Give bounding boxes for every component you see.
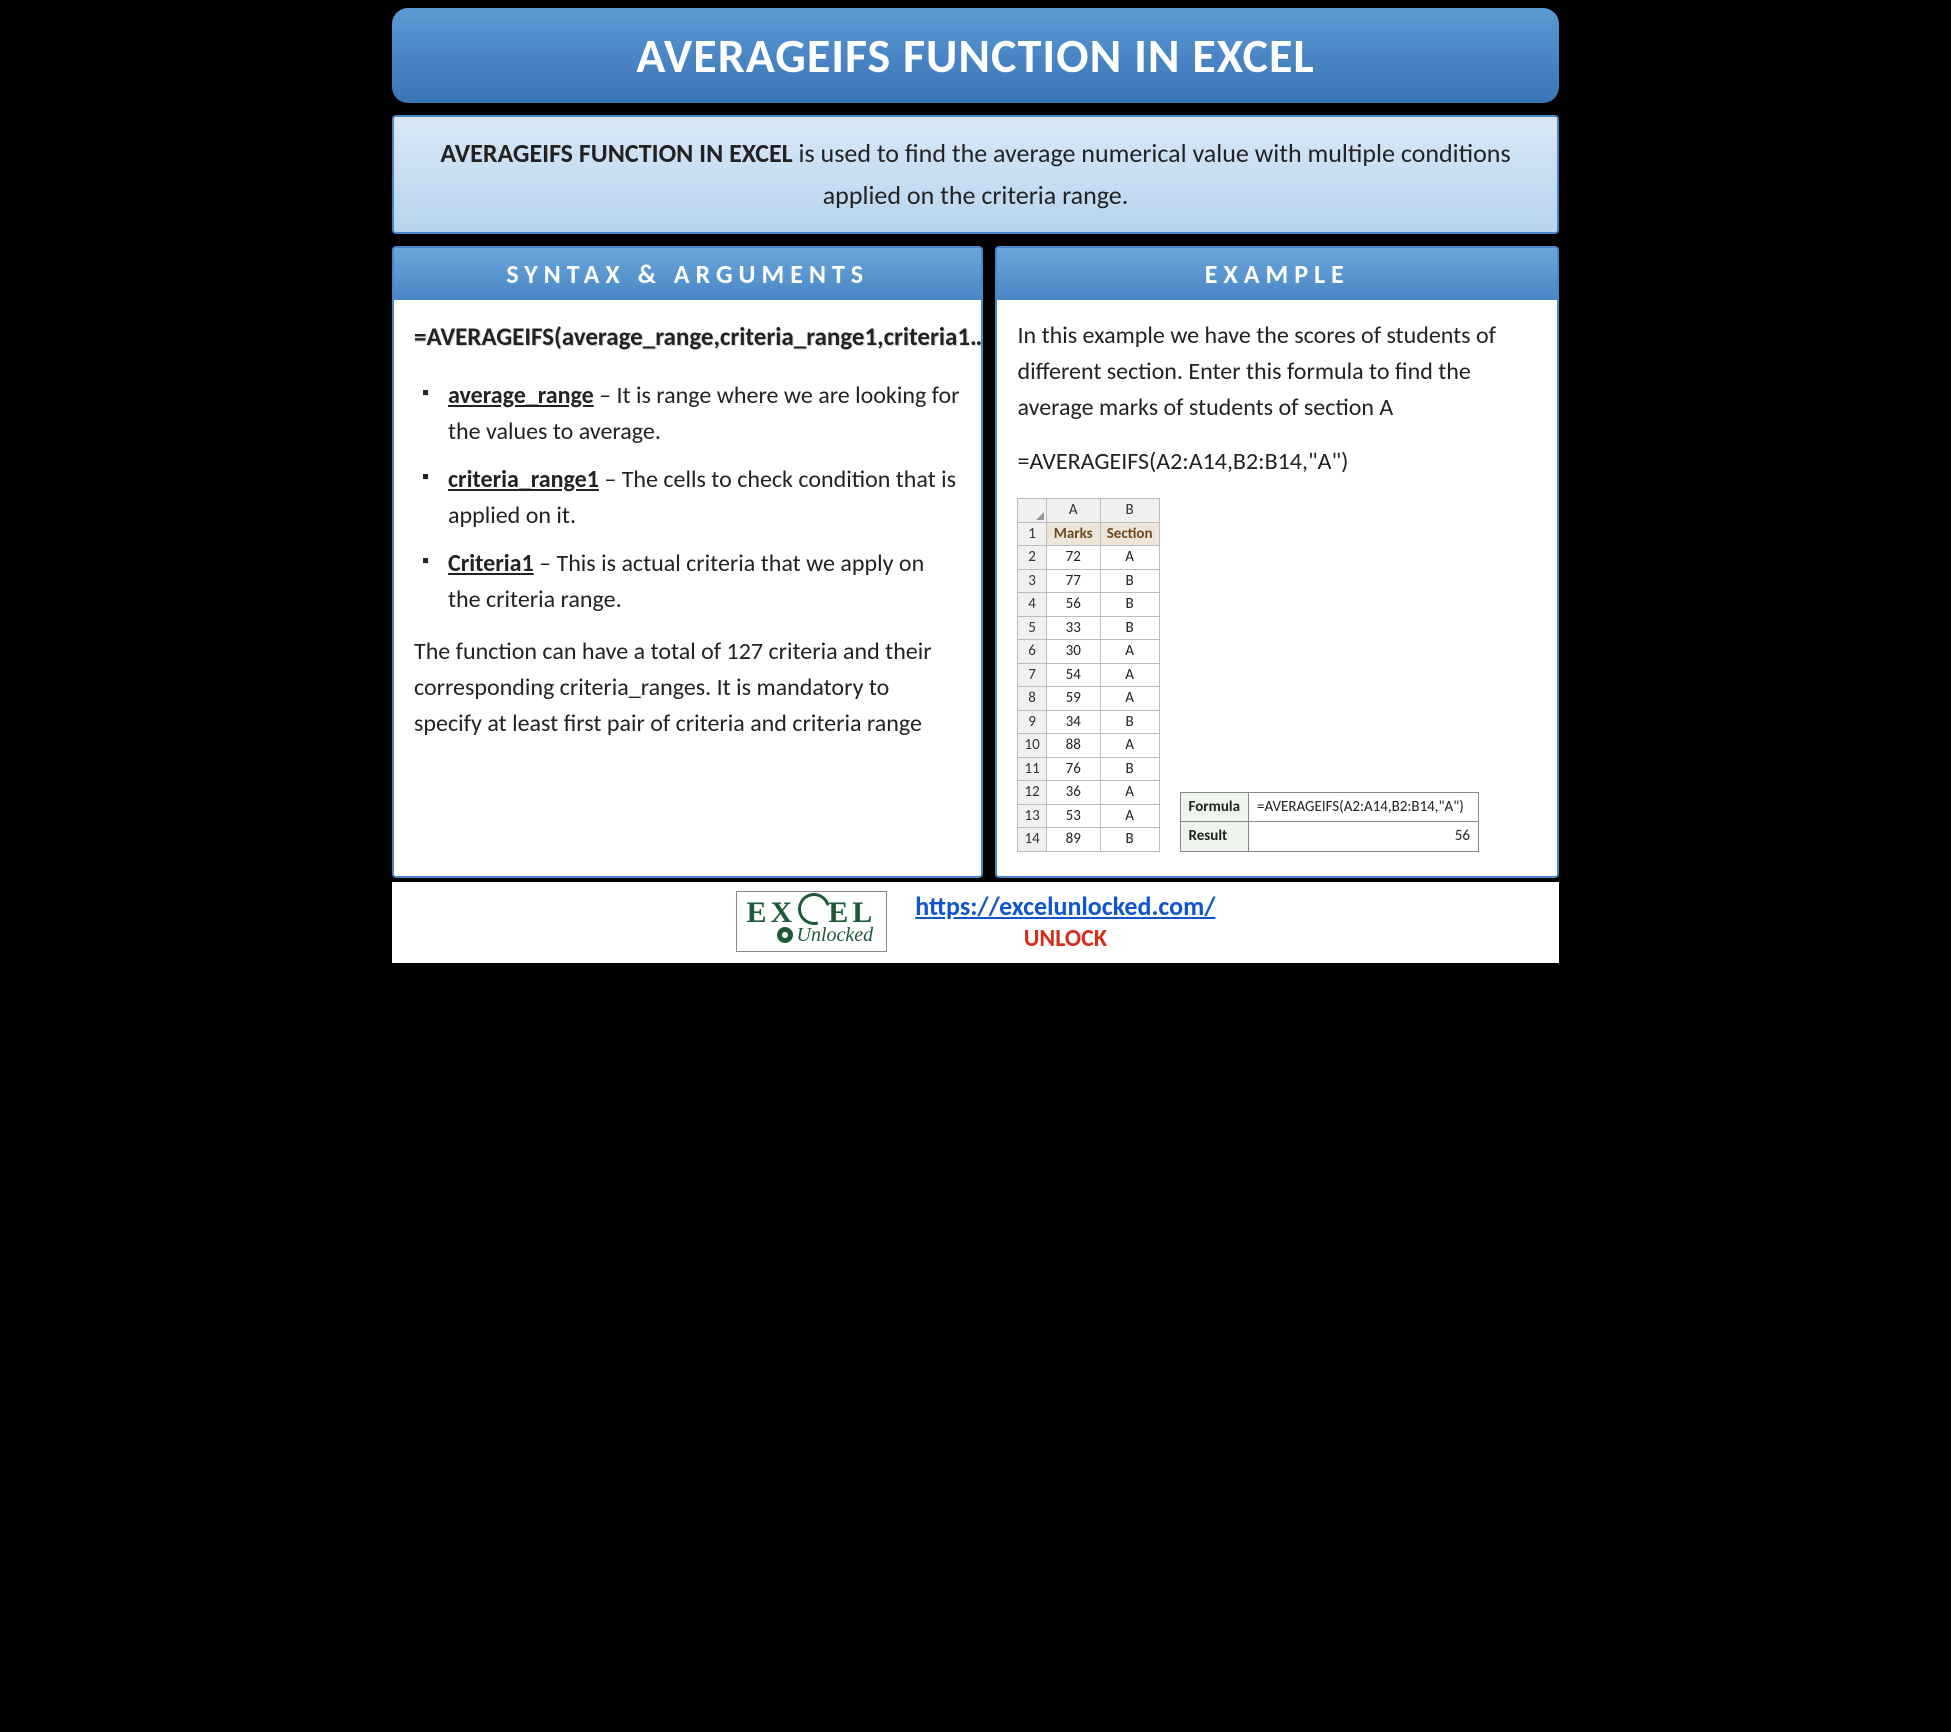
cell: A <box>1100 687 1159 711</box>
footer-unlock: UNLOCK <box>915 924 1215 953</box>
data-table: A B 1 Marks Section 272A 377B 456B 533B … <box>1017 498 1159 852</box>
footer-text: https://excelunlocked.com/ UNLOCK <box>915 890 1215 953</box>
argument-item: criteria_range1 – The cells to check con… <box>422 462 961 534</box>
syntax-header: SYNTAX & ARGUMENTS <box>394 248 981 300</box>
logo-bottom: Unlocked <box>797 924 874 947</box>
syntax-formula: =AVERAGEIFS(average_range,criteria_range… <box>414 318 961 356</box>
logo: EXEL Unlocked <box>736 891 888 952</box>
footer: EXEL Unlocked https://excelunlocked.com/… <box>392 882 1559 963</box>
row-head: 12 <box>1018 781 1046 805</box>
result-value: 56 <box>1248 822 1478 852</box>
example-header: EXAMPLE <box>997 248 1557 300</box>
footer-link[interactable]: https://excelunlocked.com/ <box>915 890 1215 922</box>
row-head: 2 <box>1018 546 1046 570</box>
cell: B <box>1100 757 1159 781</box>
row-head: 1 <box>1018 522 1046 546</box>
cell: B <box>1100 569 1159 593</box>
syntax-note: The function can have a total of 127 cri… <box>414 634 961 742</box>
row-head: 6 <box>1018 640 1046 664</box>
cell: A <box>1100 734 1159 758</box>
cell: 36 <box>1046 781 1100 805</box>
argument-name: criteria_range1 <box>448 465 599 494</box>
cell: 89 <box>1046 828 1100 852</box>
argument-item: average_range – It is range where we are… <box>422 378 961 450</box>
syntax-column: SYNTAX & ARGUMENTS =AVERAGEIFS(average_r… <box>392 246 983 878</box>
cell: 53 <box>1046 804 1100 828</box>
result-formula-value: =AVERAGEIFS(A2:A14,B2:B14,"A") <box>1248 792 1478 822</box>
row-head: 8 <box>1018 687 1046 711</box>
row-head: 7 <box>1018 663 1046 687</box>
cell: 33 <box>1046 616 1100 640</box>
cell: A <box>1100 546 1159 570</box>
result-formula-label: Formula <box>1180 792 1248 822</box>
row-head: 11 <box>1018 757 1046 781</box>
row-head: 3 <box>1018 569 1046 593</box>
result-box: Formula =AVERAGEIFS(A2:A14,B2:B14,"A") R… <box>1180 792 1479 852</box>
logo-bottom-wrap: Unlocked <box>747 924 874 947</box>
col-head-b: B <box>1100 499 1159 523</box>
cell: 88 <box>1046 734 1100 758</box>
cell: B <box>1100 616 1159 640</box>
col-head-a: A <box>1046 499 1100 523</box>
cell: A <box>1100 781 1159 805</box>
description-rest: is used to find the average numerical va… <box>793 137 1511 211</box>
cell: 72 <box>1046 546 1100 570</box>
row-head: 4 <box>1018 593 1046 617</box>
cell: A <box>1100 640 1159 664</box>
row-head: 13 <box>1018 804 1046 828</box>
cell: 30 <box>1046 640 1100 664</box>
logo-c-icon <box>798 899 826 927</box>
cell: 54 <box>1046 663 1100 687</box>
key-icon <box>777 927 793 943</box>
argument-name: average_range <box>448 381 594 410</box>
header-section: Section <box>1100 522 1159 546</box>
description-bold: AVERAGEIFS FUNCTION IN EXCEL <box>440 137 792 169</box>
cell: 59 <box>1046 687 1100 711</box>
argument-list: average_range – It is range where we are… <box>414 378 961 618</box>
example-intro: In this example we have the scores of st… <box>1017 318 1537 426</box>
cell: 56 <box>1046 593 1100 617</box>
description-box: AVERAGEIFS FUNCTION IN EXCEL is used to … <box>392 115 1559 234</box>
example-row: A B 1 Marks Section 272A 377B 456B 533B … <box>1017 498 1537 852</box>
cell: B <box>1100 828 1159 852</box>
main-title: AVERAGEIFS FUNCTION IN EXCEL <box>392 8 1559 103</box>
example-formula: =AVERAGEIFS(A2:A14,B2:B14,"A") <box>1017 444 1537 480</box>
cell: B <box>1100 710 1159 734</box>
argument-item: Criteria1 – This is actual criteria that… <box>422 546 961 618</box>
example-body: In this example we have the scores of st… <box>997 300 1557 876</box>
argument-name: Criteria1 <box>448 549 534 578</box>
syntax-body: =AVERAGEIFS(average_range,criteria_range… <box>394 300 981 766</box>
cell: B <box>1100 593 1159 617</box>
cell: 76 <box>1046 757 1100 781</box>
result-label: Result <box>1180 822 1248 852</box>
row-head: 14 <box>1018 828 1046 852</box>
infographic-container: AVERAGEIFS FUNCTION IN EXCEL AVERAGEIFS … <box>392 8 1559 963</box>
example-column: EXAMPLE In this example we have the scor… <box>995 246 1559 878</box>
row-head: 5 <box>1018 616 1046 640</box>
cell: 34 <box>1046 710 1100 734</box>
table-corner <box>1018 499 1046 523</box>
cell: A <box>1100 804 1159 828</box>
header-marks: Marks <box>1046 522 1100 546</box>
columns: SYNTAX & ARGUMENTS =AVERAGEIFS(average_r… <box>392 246 1559 878</box>
row-head: 9 <box>1018 710 1046 734</box>
row-head: 10 <box>1018 734 1046 758</box>
cell: A <box>1100 663 1159 687</box>
cell: 77 <box>1046 569 1100 593</box>
